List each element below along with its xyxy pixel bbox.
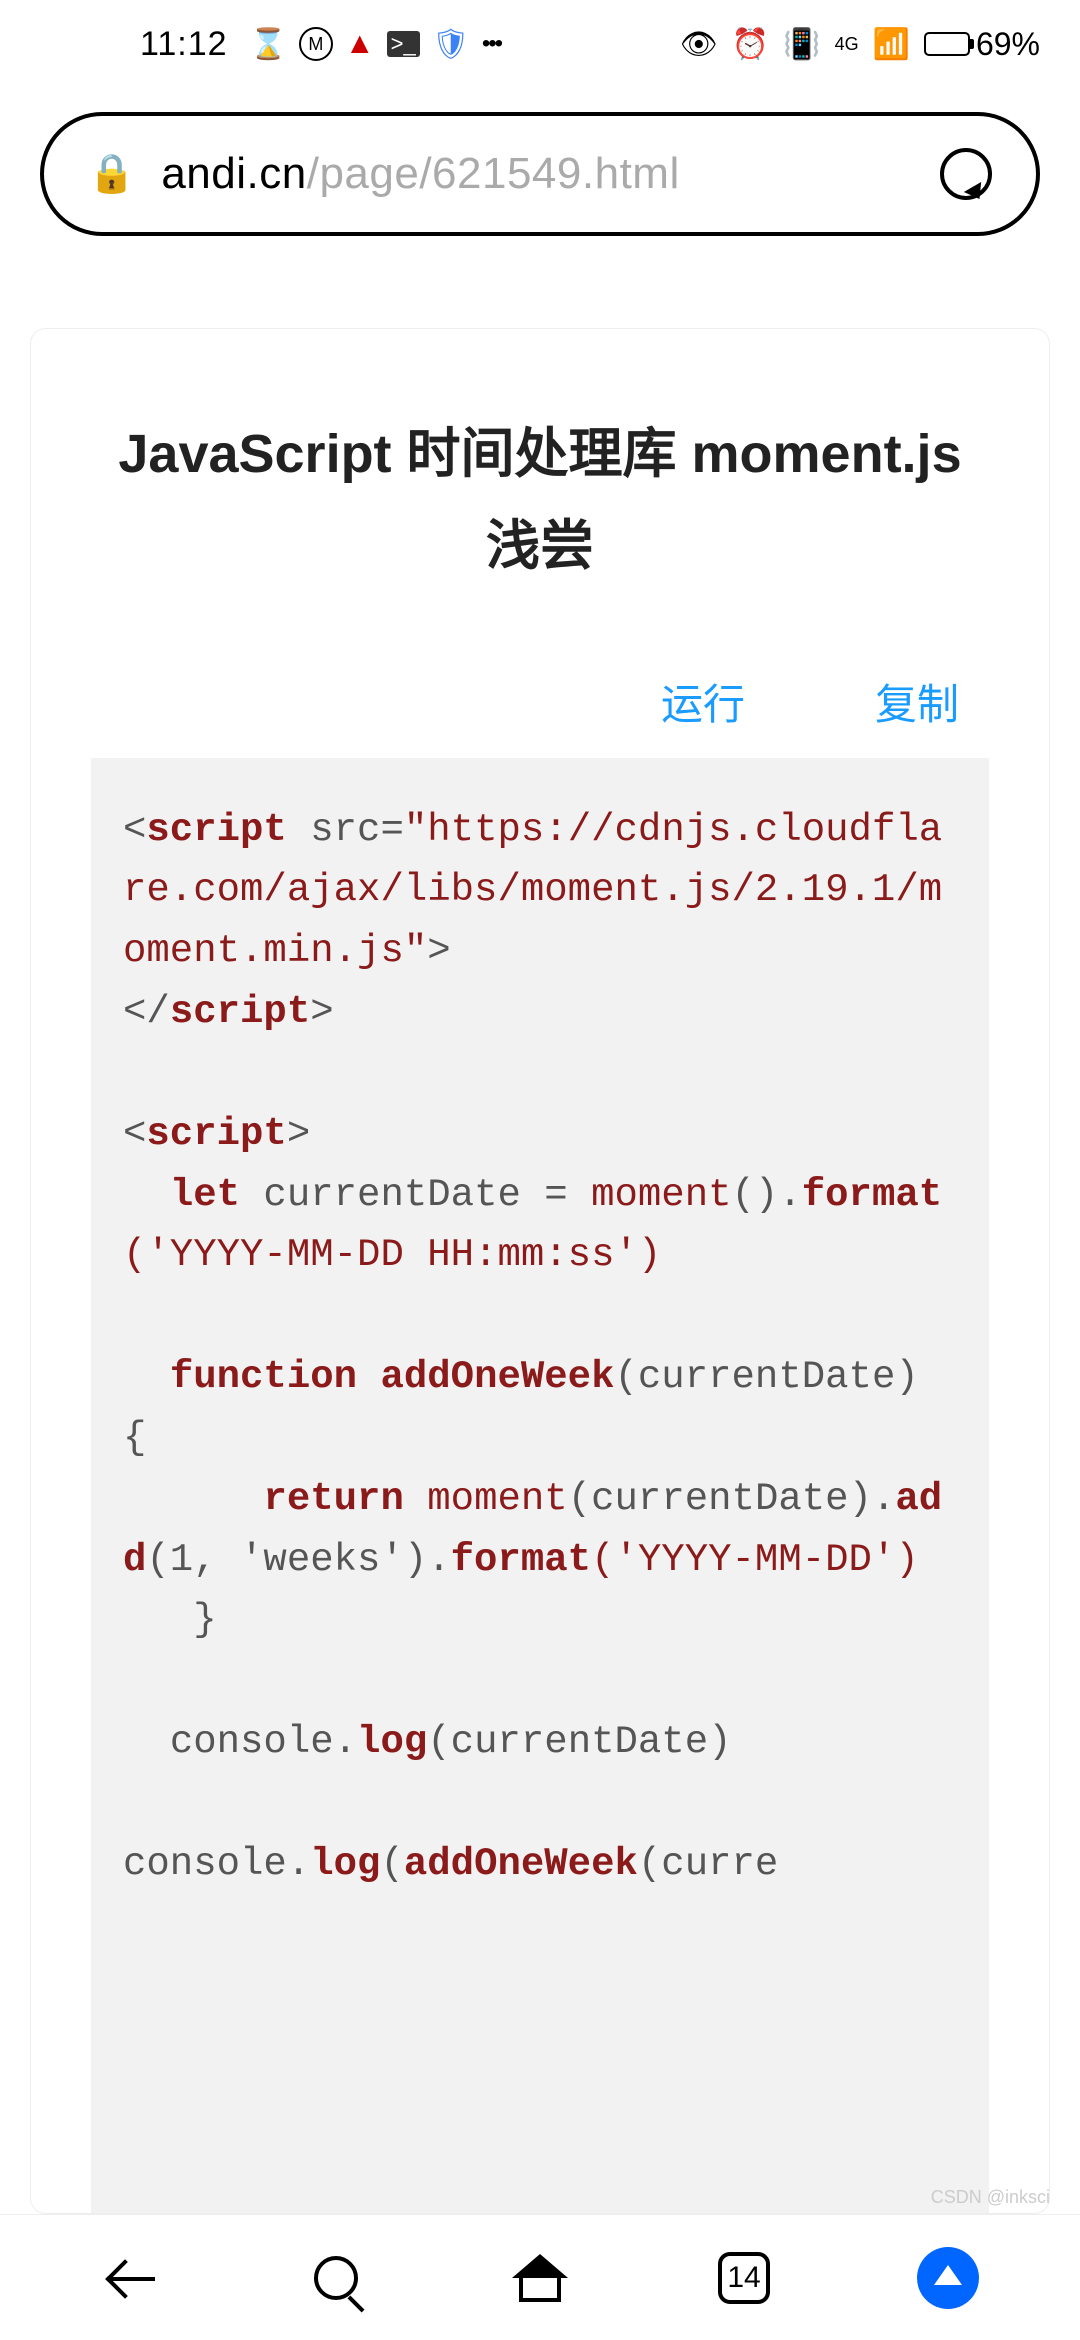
url-path: /page/621549.html	[307, 149, 680, 198]
url-bar-container: 🔒 andi.cn/page/621549.html	[0, 88, 1080, 248]
article-card: JavaScript 时间处理库 moment.js 浅尝 运行 复制 <scr…	[30, 328, 1050, 2214]
scroll-top-button[interactable]	[913, 2243, 983, 2313]
copy-button[interactable]: 复制	[875, 671, 959, 732]
terminal-icon: >_	[387, 31, 420, 57]
code-actions: 运行 复制	[31, 593, 1049, 758]
content-area[interactable]: JavaScript 时间处理库 moment.js 浅尝 运行 复制 <scr…	[0, 248, 1080, 2214]
url-text[interactable]: andi.cn/page/621549.html	[161, 149, 914, 199]
arrow-up-circle-icon	[917, 2247, 979, 2309]
triangle-icon: ▲	[345, 27, 375, 61]
hourglass-icon: ⌛	[250, 27, 287, 62]
lock-icon: 🔒	[88, 152, 135, 196]
app-badge-icon: M	[299, 27, 333, 61]
code-block[interactable]: <script src="https://cdnjs.cloudflare.co…	[91, 758, 989, 2214]
refresh-icon[interactable]	[940, 148, 992, 200]
alarm-icon: ⏰	[732, 27, 769, 62]
status-left: 11:12 ⌛ M ▲ >_ 🛡 •••	[140, 25, 501, 64]
url-domain: andi.cn	[161, 149, 306, 198]
article-title: JavaScript 时间处理库 moment.js 浅尝	[31, 409, 1049, 593]
search-icon	[314, 2256, 358, 2300]
status-right: 👁 ⏰ 📳 4G 📶 69%	[680, 26, 1040, 63]
tabs-icon: 14	[718, 2252, 770, 2304]
url-bar[interactable]: 🔒 andi.cn/page/621549.html	[40, 112, 1040, 236]
arrow-left-icon	[107, 2253, 157, 2303]
network-type: 4G	[835, 36, 859, 52]
back-button[interactable]	[97, 2243, 167, 2313]
home-icon	[512, 2254, 568, 2278]
run-button[interactable]: 运行	[661, 671, 745, 732]
home-button[interactable]	[505, 2243, 575, 2313]
search-button[interactable]	[301, 2243, 371, 2313]
battery-indicator: 69%	[924, 26, 1040, 63]
bottom-nav: 14	[0, 2214, 1080, 2340]
tabs-button[interactable]: 14	[709, 2243, 779, 2313]
status-bar: 11:12 ⌛ M ▲ >_ 🛡 ••• 👁 ⏰ 📳 4G 📶 69%	[0, 0, 1080, 88]
more-icon: •••	[482, 30, 501, 58]
eye-icon: 👁	[680, 27, 718, 62]
vibrate-icon: 📳	[783, 27, 820, 62]
battery-percent: 69%	[976, 26, 1040, 63]
status-time: 11:12	[140, 25, 228, 64]
signal-icon: 📶	[873, 27, 910, 62]
shield-icon: 🛡	[432, 27, 470, 62]
watermark: CSDN @inksci	[931, 2187, 1050, 2208]
battery-icon	[924, 32, 970, 56]
